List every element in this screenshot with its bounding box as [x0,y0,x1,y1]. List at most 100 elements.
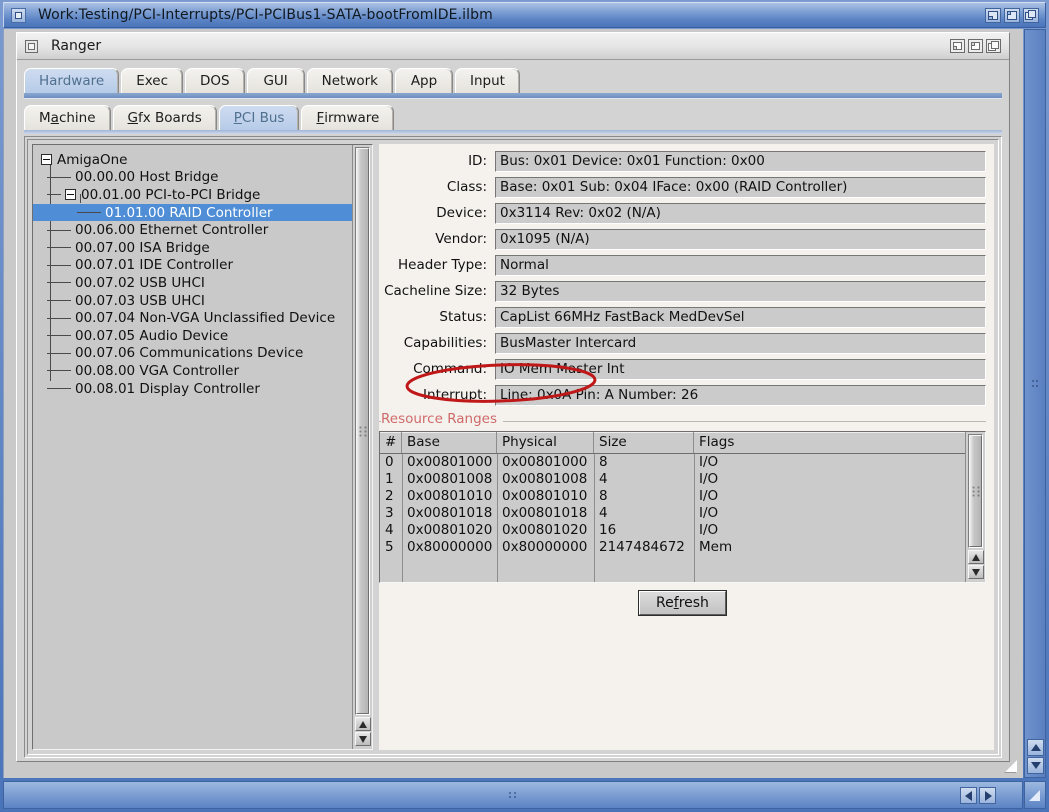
table-column-header[interactable]: Flags [694,432,965,453]
tab-gfx-boards[interactable]: Gfx Boards [112,105,217,130]
resource-ranges-scrollbar[interactable] [965,432,985,582]
primary-tab-bar: Hardware Exec DOS GUI Network App Input [24,67,1002,93]
scroll-up-arrow-icon[interactable] [967,550,984,564]
scroll-up-arrow-icon[interactable] [1026,739,1044,756]
tab-network[interactable]: Network [306,68,393,93]
tree-item[interactable]: 00.07.01 IDE Controller [33,257,352,275]
front-gadget-icon[interactable] [986,39,1001,53]
tree-item-label: 00.07.06 Communications Device [75,345,304,362]
tree-item-label: 00.07.03 USB UHCI [75,292,205,309]
tab-label: GUI [263,73,288,89]
tab-exec[interactable]: Exec [121,68,184,93]
tree-item[interactable]: 00.07.00 ISA Bridge [33,239,352,257]
resource-ranges-table-wrapper: # Base Physical Size Flags 0 0x00801000 0x0080… [379,431,986,583]
scrollbar-grip-icon [1031,379,1039,389]
tab-label: Input [470,73,505,89]
table-column-header[interactable]: Physical [497,432,594,453]
tree-item[interactable]: 00.00.00 Host Bridge [33,169,352,187]
tab-input[interactable]: Input [455,68,520,93]
tree-branch-line [47,247,71,249]
close-icon[interactable] [25,39,38,53]
depth-gadget-icon[interactable] [950,39,965,53]
zoom-gadget-icon[interactable] [968,39,983,53]
resource-ranges-table[interactable]: # Base Physical Size Flags 0 0x00801000 0x0080… [380,432,965,582]
table-cell: 8 [599,454,608,470]
ranger-titlebar[interactable]: Ranger [17,33,1009,60]
tab-label-post: fx Boards [138,110,202,126]
table-row[interactable]: 0 0x00801000 0x00801000 8 I/O [380,454,965,471]
table-cell: 4 [385,522,394,538]
table-row[interactable]: 5 0x80000000 0x80000000 2147484672 Mem [380,539,965,556]
detail-field-label: Command: [413,361,487,377]
table-column-header[interactable]: # [380,432,402,453]
scroll-left-arrow-icon[interactable] [960,786,977,804]
table-row[interactable]: 1 0x00801008 0x00801008 4 I/O [380,471,965,488]
device-tree[interactable]: AmigaOne 00.00.00 Host Bridge 00.01.00 PCI… [33,145,352,749]
scrollbar-thumb[interactable] [969,435,982,547]
table-column-separator [402,454,403,582]
table-column-header[interactable]: Base [402,432,497,453]
table-row[interactable]: 4 0x00801020 0x00801020 16 I/O [380,522,965,539]
tree-item-label: 00.00.00 Host Bridge [75,169,219,186]
tree-item[interactable]: 00.07.04 Non-VGA Unclassified Device [33,309,352,327]
tree-item[interactable]: 00.08.00 VGA Controller [33,362,352,380]
scroll-down-arrow-icon[interactable] [967,565,984,579]
scroll-right-arrow-icon[interactable] [979,786,996,804]
tree-branch-line [47,282,71,284]
scrollbar-grip-icon [358,425,367,437]
tab-app[interactable]: App [395,68,453,93]
scrollbar-thumb[interactable] [356,148,369,714]
tree-item[interactable]: AmigaOne [33,151,352,169]
depth-gadget-icon[interactable] [985,7,1001,23]
table-cell: 0x00801020 [407,522,493,538]
tree-item-label: 00.07.04 Non-VGA Unclassified Device [75,310,336,327]
tab-firmware[interactable]: Firmware [301,105,395,130]
close-icon[interactable] [11,7,26,23]
tab-pci-bus[interactable]: P CI Bus [218,105,300,130]
tab-dos[interactable]: DOS [185,68,245,93]
table-cell: 0x00801018 [407,505,493,521]
tree-item[interactable]: 00.08.01 Display Controller [33,380,352,398]
detail-field-label: Status: [439,309,487,325]
table-cell: 0x00801000 [502,454,588,470]
tree-branch-line [47,194,61,196]
tab-hardware[interactable]: Hardware [24,68,120,93]
scrollbar-track[interactable] [355,147,370,715]
zoom-gadget-icon[interactable] [1004,7,1020,23]
tree-item[interactable]: 00.07.02 USB UHCI [33,274,352,292]
tree-collapse-icon[interactable] [65,189,76,201]
tree-item[interactable]: 00.07.05 Audio Device [33,327,352,345]
scroll-up-arrow-icon[interactable] [354,717,371,731]
scrollbar-track[interactable] [968,434,983,548]
window-resize-gadget-icon[interactable] [1024,781,1046,809]
scroll-down-arrow-icon[interactable] [1026,757,1044,774]
tree-item[interactable]: 00.07.03 USB UHCI [33,292,352,310]
tab-machine[interactable]: Ma chine [24,105,111,130]
table-cell: 0x00801010 [407,488,493,504]
table-row[interactable]: 3 0x00801018 0x00801018 4 I/O [380,505,965,522]
detail-field-label: Cacheline Size: [384,283,487,299]
tree-item-selected[interactable]: 01.01.00 RAID Controller [33,203,352,222]
tree-collapse-icon[interactable] [41,154,52,166]
scroll-down-arrow-icon[interactable] [354,732,371,746]
table-cell: 5 [385,539,394,555]
tab-gui[interactable]: GUI [246,68,305,93]
window-vertical-scrollbar[interactable] [1024,29,1046,778]
tree-item[interactable]: 00.07.06 Communications Device [33,345,352,363]
front-gadget-icon[interactable] [1023,7,1039,23]
table-cell: 4 [599,471,608,487]
table-column-header[interactable]: Size [594,432,694,453]
tree-item[interactable]: 00.06.00 Ethernet Controller [33,221,352,239]
window-horizontal-scrollbar[interactable] [3,781,1023,809]
device-tree-scrollbar[interactable] [352,145,372,749]
table-cell: 0x00801000 [407,454,493,470]
table-cell: 0x00801008 [407,471,493,487]
table-row[interactable]: 2 0x00801010 0x00801010 8 I/O [380,488,965,505]
secondary-tab-bar: Ma chine Gfx Boards P CI Bus Firmware [24,104,1002,130]
refresh-button[interactable]: Re f resh [639,591,726,615]
tree-item[interactable]: 00.01.00 PCI-to-PCI Bridge [33,186,352,204]
table-body[interactable]: 0 0x00801000 0x00801000 8 I/O 1 0x00801008 0x00… [380,454,965,582]
tree-item-label: 00.07.05 Audio Device [75,327,229,344]
detail-field-value: BusMaster Intercard [495,332,986,354]
outer-window-titlebar[interactable]: Work:Testing/PCI-Interrupts/PCI-PCIBus1-… [3,2,1046,28]
